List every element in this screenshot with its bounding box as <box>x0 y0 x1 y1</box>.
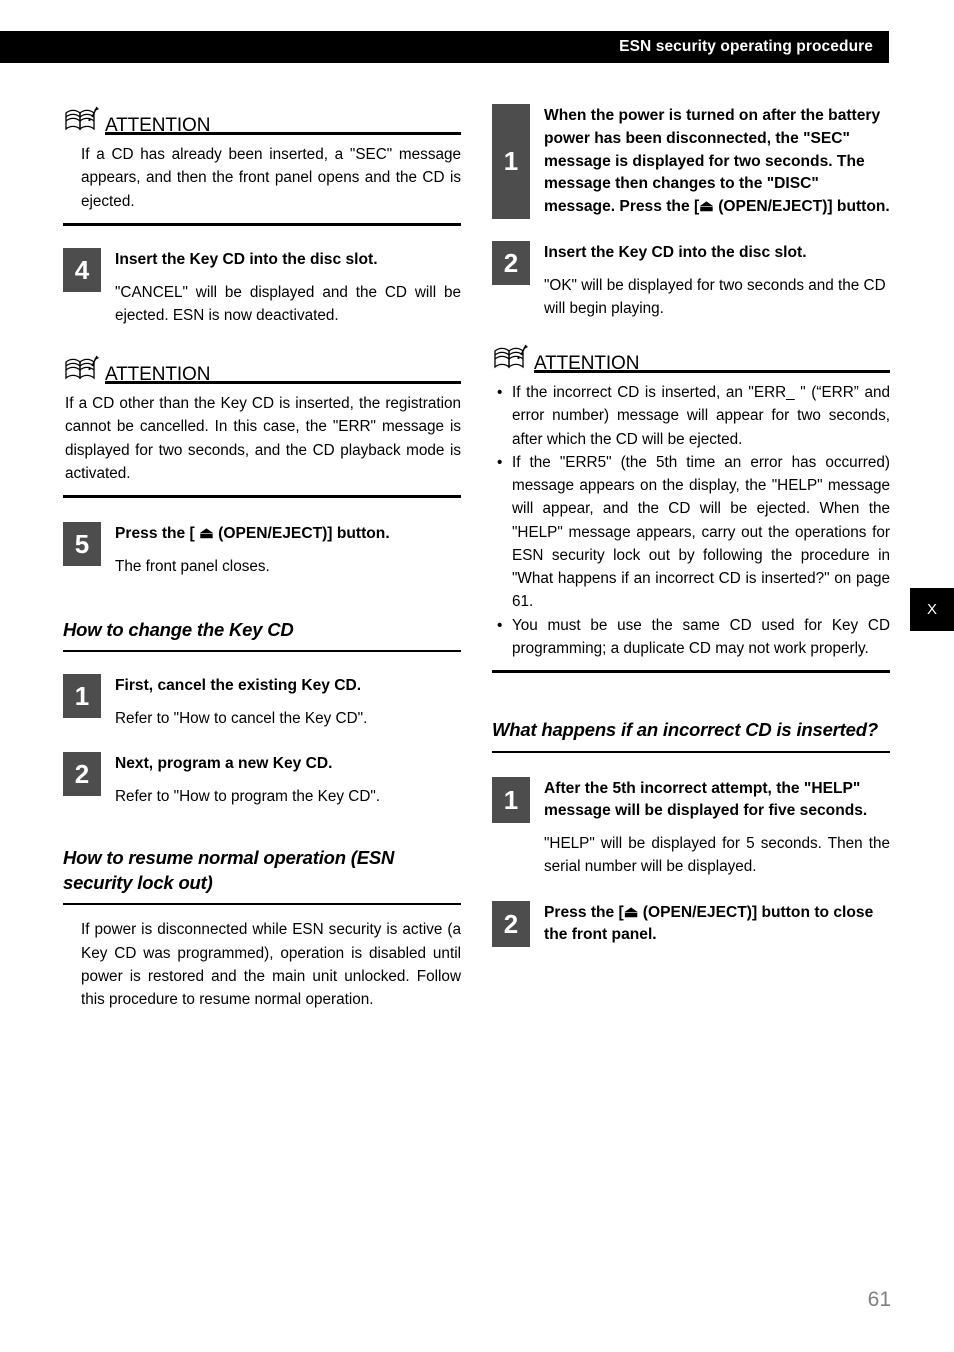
step-5: 5 Press the [ ⏏ (OPEN/EJECT)] button. Th… <box>63 522 461 578</box>
open-book-icon <box>494 344 528 369</box>
attention-body: If a CD other than the Key CD is inserte… <box>63 383 461 485</box>
step-description: Refer to "How to cancel the Key CD". <box>115 710 368 728</box>
attention-rule <box>534 370 890 374</box>
attention-block-2: ATTENTION If a CD other than the Key CD … <box>63 353 461 499</box>
step-content: Insert the Key CD into the disc slot. "O… <box>530 241 890 320</box>
step-description: "HELP" will be displayed for 5 seconds. … <box>544 835 890 876</box>
step-title: Insert the Key CD into the disc slot. <box>544 243 807 261</box>
left-column: ATTENTION If a CD has already been inser… <box>63 104 461 1011</box>
step-number-badge: 4 <box>63 247 101 292</box>
step-description: Refer to "How to program the Key CD". <box>115 788 381 806</box>
step-2: 2 Press the [⏏ (OPEN/EJECT)] button to c… <box>492 900 890 948</box>
step-description: The front panel closes. <box>115 557 270 575</box>
step-1-description-row: "HELP" will be displayed for 5 seconds. … <box>492 823 890 879</box>
step-4: 4 Insert the Key CD into the disc slot. … <box>63 247 461 327</box>
step-title: First, cancel the existing Key CD. <box>115 677 362 695</box>
attention-rule <box>105 381 461 385</box>
open-book-icon <box>65 355 99 380</box>
step-content: After the 5th incorrect attempt, the "HE… <box>530 777 890 824</box>
side-index-tab: X <box>910 588 954 631</box>
step-content: Press the [⏏ (OPEN/EJECT)] button to clo… <box>530 901 890 948</box>
document-page: ATTENTION If a CD has already been inser… <box>0 0 954 1352</box>
attention-block-1: ATTENTION If a CD has already been inser… <box>63 104 461 226</box>
step-title: After the 5th incorrect attempt, the "HE… <box>544 779 868 820</box>
list-item: You must be use the same CD used for Key… <box>496 614 890 661</box>
section-rule <box>63 650 461 653</box>
attention-bottom-rule <box>63 495 461 499</box>
section-how-to-change-key-cd: How to change the Key CD 1 First, cancel… <box>63 618 461 808</box>
attention-text: If a CD other than the Key CD is inserte… <box>65 395 461 482</box>
step-2: 2 Insert the Key CD into the disc slot. … <box>492 240 890 320</box>
step-title: Insert the Key CD into the disc slot. <box>115 250 378 268</box>
section-rule <box>492 750 890 753</box>
step-content: Insert the Key CD into the disc slot. "C… <box>101 248 461 327</box>
step-title: When the power is turned on after the ba… <box>544 107 890 216</box>
open-book-icon <box>65 106 99 131</box>
side-index-tab-label: X <box>926 601 937 618</box>
step-number-badge: 2 <box>63 752 101 797</box>
step-content: First, cancel the existing Key CD. Refer… <box>101 674 461 730</box>
step-number-badge: 2 <box>492 900 530 948</box>
step-content: "HELP" will be displayed for 5 seconds. … <box>530 823 890 879</box>
step-number-badge: 5 <box>63 522 101 567</box>
section-title: How to change the Key CD <box>63 619 294 641</box>
page-number: 61 <box>867 1288 891 1311</box>
attention-header: ATTENTION <box>492 342 890 374</box>
list-item: If the incorrect CD is inserted, an "ERR… <box>496 381 890 451</box>
step-content: When the power is turned on after the ba… <box>530 104 890 219</box>
right-column: 1 When the power is turned on after the … <box>492 104 890 948</box>
section-what-happens-incorrect-cd: What happens if an incorrect CD is inser… <box>492 718 890 948</box>
step-description: "OK" will be displayed for two seconds a… <box>544 276 886 317</box>
step-number-badge: 1 <box>492 776 530 824</box>
step-title: Press the [ ⏏ (OPEN/EJECT)] button. <box>115 525 390 543</box>
step-1: 1 After the 5th incorrect attempt, the "… <box>492 776 890 824</box>
step-title: Next, program a new Key CD. <box>115 755 333 773</box>
attention-header: ATTENTION <box>63 104 461 135</box>
step-2: 2 Next, program a new Key CD. Refer to "… <box>63 752 461 808</box>
step-description: "CANCEL" will be displayed and the CD wi… <box>115 283 461 324</box>
badge-spacer <box>492 823 530 879</box>
step-number-badge: 2 <box>492 240 530 285</box>
attention-text: If a CD has already been inserted, a "SE… <box>81 146 461 210</box>
step-content: Press the [ ⏏ (OPEN/EJECT)] button. The … <box>101 522 461 578</box>
attention-bullet-list: If the incorrect CD is inserted, an "ERR… <box>492 372 890 660</box>
section-how-to-resume-normal-operation: How to resume normal operation (ESN secu… <box>63 846 461 1011</box>
step-title: Press the [⏏ (OPEN/EJECT)] button to clo… <box>544 903 874 944</box>
step-1: 1 First, cancel the existing Key CD. Ref… <box>63 674 461 730</box>
step-1: 1 When the power is turned on after the … <box>492 104 890 219</box>
attention-body: If a CD has already been inserted, a "SE… <box>63 134 461 213</box>
attention-bottom-rule <box>492 670 890 674</box>
attention-header: ATTENTION <box>63 353 461 385</box>
step-number-badge: 1 <box>492 104 530 219</box>
attention-rule <box>105 132 461 135</box>
section-title: What happens if an incorrect CD is inser… <box>492 719 878 741</box>
section-title: How to resume normal operation (ESN secu… <box>63 847 395 893</box>
attention-block-3: ATTENTION If the incorrect CD is inserte… <box>492 342 890 674</box>
step-content: Next, program a new Key CD. Refer to "Ho… <box>101 752 461 808</box>
section-intro-text: If power is disconnected while ESN secur… <box>81 921 461 1009</box>
step-number-badge: 1 <box>63 674 101 719</box>
list-item: If the "ERR5" (the 5th time an error has… <box>496 451 890 614</box>
attention-bottom-rule <box>63 222 461 226</box>
